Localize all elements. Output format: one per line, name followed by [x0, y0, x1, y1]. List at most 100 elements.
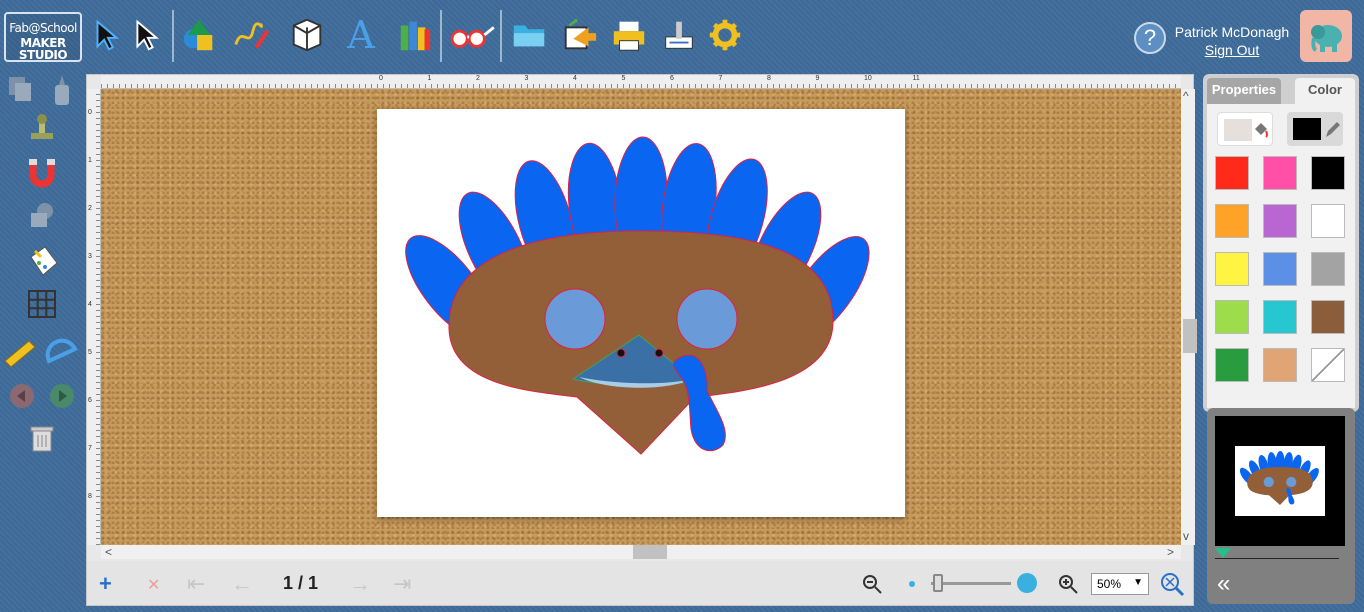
ruler-top-label: 2: [476, 75, 480, 82]
color-swatch[interactable]: [1215, 156, 1249, 190]
library-tool-button[interactable]: [394, 14, 436, 56]
protractor-button[interactable]: [44, 334, 80, 370]
zoom-out-icon[interactable]: [861, 573, 883, 595]
tab-properties[interactable]: Properties: [1207, 78, 1281, 104]
ruler-top-label: 0: [379, 75, 383, 82]
color-swatch[interactable]: [1263, 156, 1297, 190]
minimap-marker: [1215, 548, 1231, 558]
3d-tool-button[interactable]: [286, 14, 328, 56]
open-tool-button[interactable]: [508, 14, 550, 56]
shape-combine-button[interactable]: [24, 198, 60, 234]
scroll-right-arrow[interactable]: >: [1167, 545, 1174, 559]
add-page-button[interactable]: +: [99, 571, 112, 597]
arrow-outline-icon: [136, 19, 159, 51]
delete-page-button[interactable]: ✕: [147, 575, 160, 595]
color-swatch[interactable]: [1215, 252, 1249, 286]
last-page-button[interactable]: ⇥: [393, 571, 411, 597]
zoom-slider-track[interactable]: [931, 582, 1011, 585]
redo-button[interactable]: [44, 378, 80, 414]
color-swatch[interactable]: [1311, 252, 1345, 286]
fold-tool-button[interactable]: [24, 242, 60, 278]
scroll-up-arrow[interactable]: ^: [1183, 89, 1189, 103]
ruler-top-label: 10: [864, 75, 872, 82]
print-tool-button[interactable]: [608, 14, 650, 56]
copy-button[interactable]: [4, 72, 40, 108]
color-swatch[interactable]: [1215, 300, 1249, 334]
fill-color-preview: [1224, 119, 1252, 141]
color-swatch[interactable]: [1263, 204, 1297, 238]
zoom-slider-thumb[interactable]: [933, 574, 943, 592]
sign-out-link[interactable]: Sign Out: [1170, 42, 1294, 58]
left-toolbar: [0, 72, 86, 612]
undo-button[interactable]: [4, 378, 40, 414]
user-name: Patrick McDonagh: [1174, 24, 1290, 40]
horizontal-scroll-thumb[interactable]: [633, 545, 667, 559]
nostril-right: [654, 348, 664, 358]
avatar[interactable]: [1300, 10, 1352, 62]
turkey-mask-drawing[interactable]: [377, 109, 905, 517]
minimap-canvas[interactable]: [1215, 416, 1345, 546]
color-swatch[interactable]: [1311, 204, 1345, 238]
right-eye-hole[interactable]: [676, 288, 738, 350]
color-swatch[interactable]: [1311, 300, 1345, 334]
previous-page-button[interactable]: ←: [231, 571, 253, 597]
top-toolbar: Fab@School MAKER STUDIO A ? Patrick McDo…: [0, 0, 1364, 72]
tab-color[interactable]: Color: [1295, 78, 1355, 104]
color-swatch[interactable]: [1215, 204, 1249, 238]
stamp-button[interactable]: [24, 110, 60, 146]
direct-select-tool-button[interactable]: [124, 14, 166, 56]
toolbar-separator: [440, 10, 442, 62]
color-swatch[interactable]: [1263, 348, 1297, 382]
left-eye-hole[interactable]: [544, 288, 606, 350]
draw-tool-button[interactable]: [230, 14, 272, 56]
collapse-panel-button[interactable]: «: [1217, 570, 1230, 598]
export-tool-button[interactable]: [558, 14, 600, 56]
minimap-bar: [1215, 558, 1339, 559]
nostril-left: [616, 348, 626, 358]
design-page[interactable]: [377, 109, 905, 517]
stroke-color-chip[interactable]: [1287, 112, 1343, 146]
printer-icon: [613, 21, 645, 51]
toolbar-separator: [172, 10, 174, 62]
cutter-tool-button[interactable]: [658, 14, 700, 56]
fill-color-chip[interactable]: [1217, 112, 1273, 146]
color-swatch[interactable]: [1263, 252, 1297, 286]
ruler-tool-button[interactable]: [2, 334, 38, 370]
settings-tool-button[interactable]: [704, 14, 746, 56]
horizontal-scrollbar[interactable]: < >: [101, 545, 1181, 559]
zoom-select[interactable]: 50% ▼: [1091, 573, 1149, 595]
corkboard-workspace[interactable]: [101, 89, 1181, 545]
minimap-page: [1235, 446, 1325, 516]
text-tool-button[interactable]: A: [340, 13, 382, 57]
shapes-tool-button[interactable]: [178, 14, 220, 56]
magnet-icon: [29, 159, 55, 188]
vertical-scrollbar[interactable]: ^ v: [1181, 89, 1197, 545]
zoom-fit-icon[interactable]: [1159, 571, 1185, 597]
next-page-button[interactable]: →: [349, 571, 371, 597]
undo-icon: [10, 384, 34, 408]
magnet-button[interactable]: [24, 154, 60, 190]
scroll-left-arrow[interactable]: <: [105, 545, 112, 559]
color-swatch[interactable]: [1263, 300, 1297, 334]
zoom-in-icon[interactable]: [1057, 573, 1079, 595]
paint-bucket-icon: [1255, 123, 1268, 138]
scroll-down-arrow[interactable]: v: [1183, 529, 1189, 543]
color-swatch[interactable]: [1311, 156, 1345, 190]
arrow-cursor-icon: [96, 19, 120, 51]
maker-studio-logo: Fab@School MAKER STUDIO: [4, 12, 82, 62]
color-swatch-panel: [1207, 104, 1355, 408]
grid-button[interactable]: [24, 286, 60, 322]
ruler-top-label: 11: [912, 75, 920, 82]
color-swatch[interactable]: [1215, 348, 1249, 382]
select-tool-button[interactable]: [86, 14, 128, 56]
copy-icon: [9, 77, 31, 101]
3d-box-icon: [292, 18, 322, 52]
first-page-button[interactable]: ⇤: [187, 571, 205, 597]
help-button[interactable]: ?: [1134, 22, 1166, 54]
gear-icon: [709, 19, 741, 51]
vertical-scroll-thumb[interactable]: [1183, 319, 1197, 353]
glasses-tool-button[interactable]: [446, 14, 498, 56]
trash-button[interactable]: [24, 420, 60, 456]
no-color-swatch[interactable]: [1311, 348, 1345, 382]
glue-button[interactable]: [44, 72, 80, 108]
